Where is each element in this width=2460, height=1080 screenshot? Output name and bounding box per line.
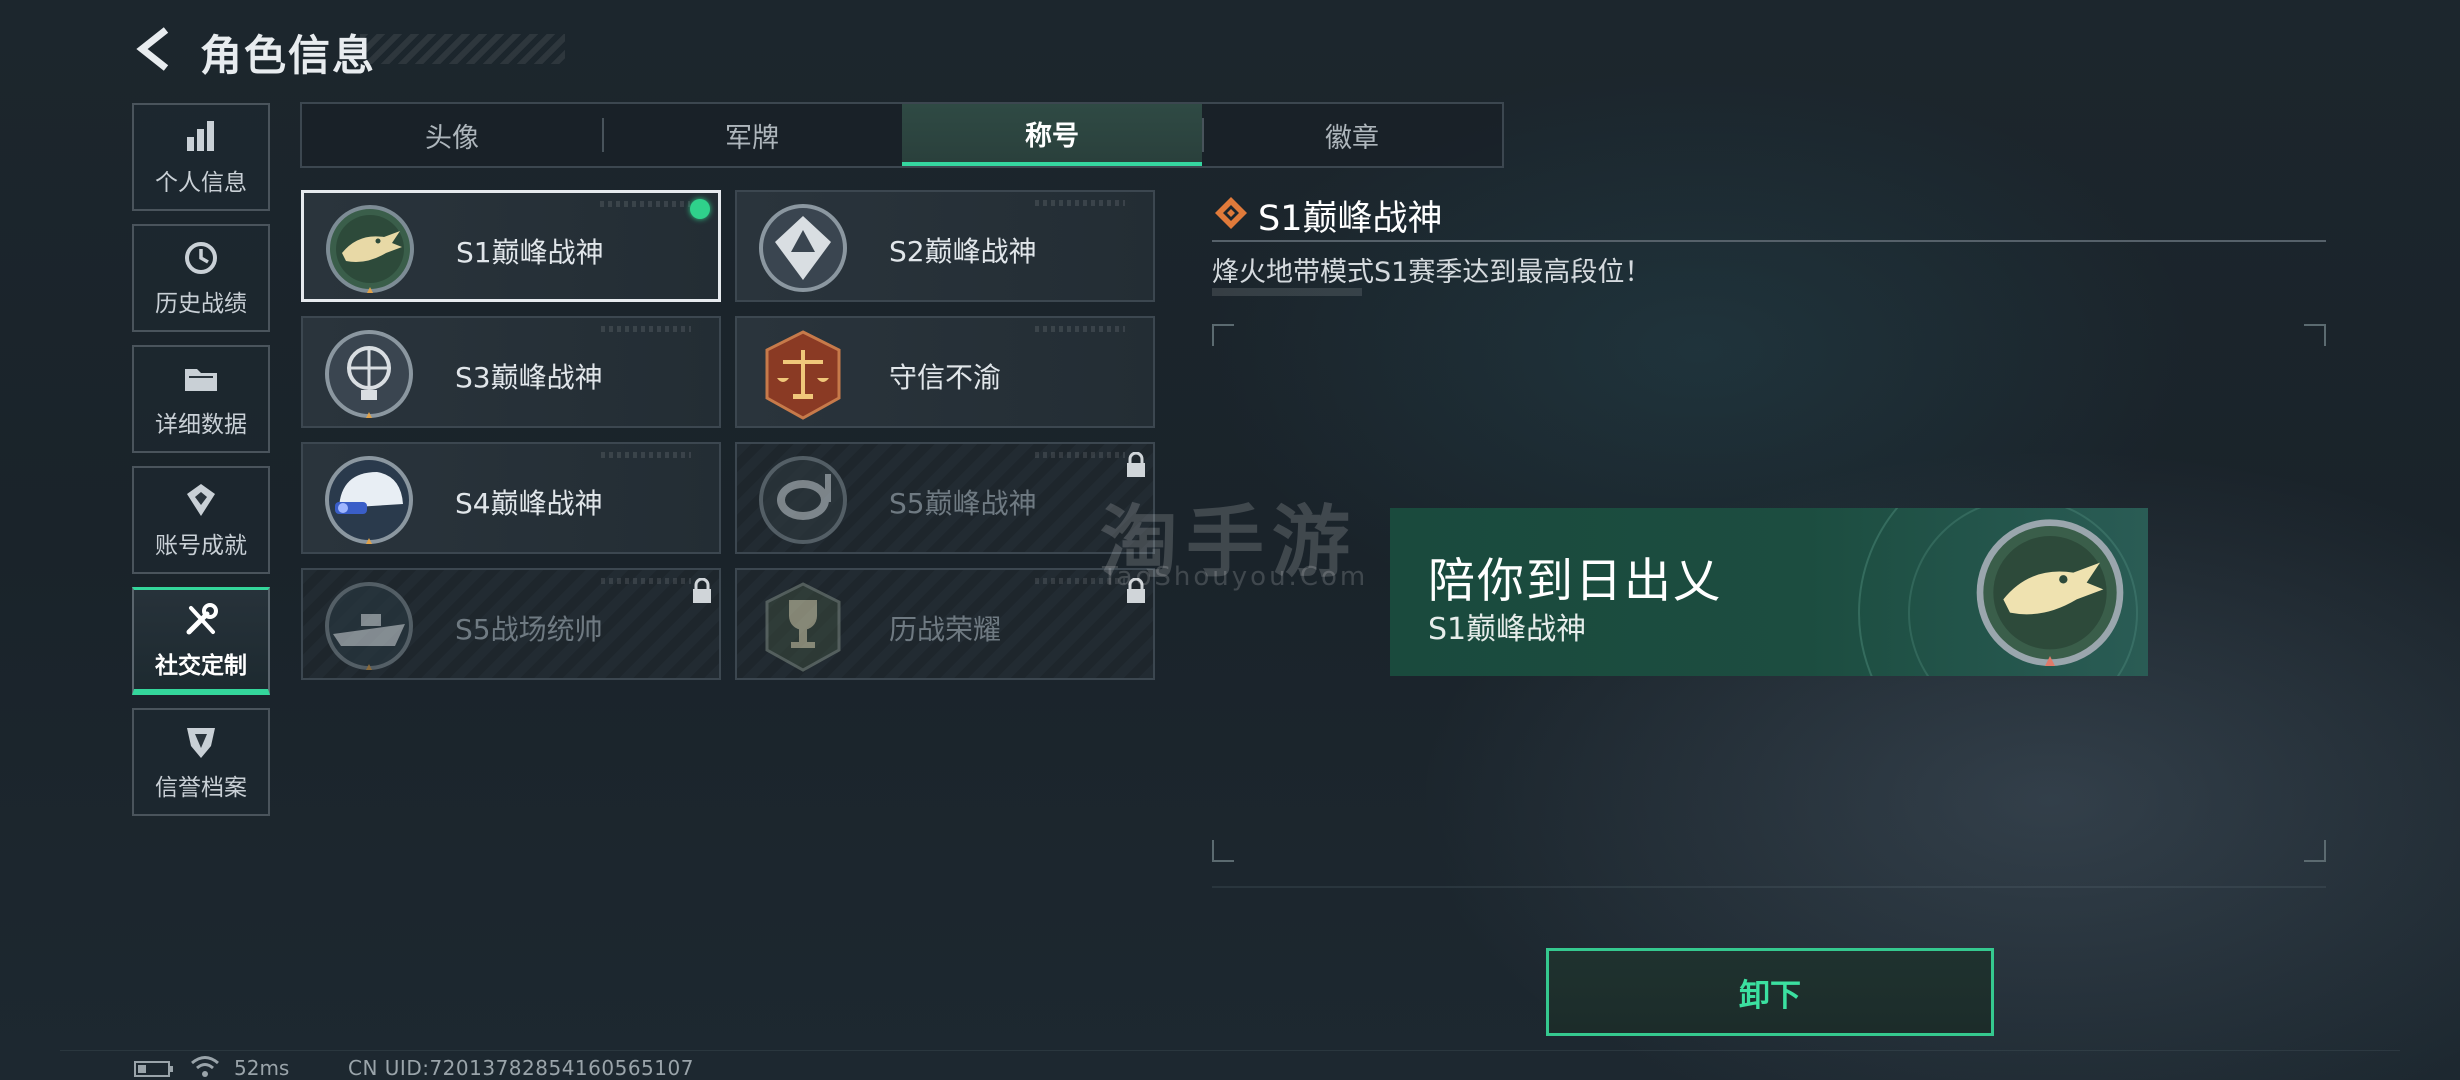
nav-item-credit-record[interactable]: 信誉档案 [132,708,270,816]
lock-icon [1127,452,1145,477]
title-card-s1-peak-warrior[interactable]: S1巅峰战神 [301,190,721,302]
unequip-button[interactable]: 卸下 [1546,948,1994,1036]
battery-icon [134,1061,173,1077]
folder-icon [185,369,217,391]
nav-item-social-custom[interactable]: 社交定制 [132,587,270,695]
shield-icon [187,728,215,758]
title-card-label: S1巅峰战神 [456,236,604,269]
frame-corner [2304,840,2326,862]
nameplate-preview: 陪你到日出乂 S1巅峰战神 [1390,508,2148,676]
nav-item-label: 个人信息 [155,170,247,196]
tab-avatar[interactable]: 头像 [302,104,602,166]
category-tabs: 头像 军牌 称号 徽章 [300,102,1504,168]
player-name: 陪你到日出乂 [1428,554,1722,609]
clock-icon [185,242,217,274]
ping-readout: 52ms [234,1056,290,1080]
boat-emblem-icon [325,582,413,670]
tab-badge[interactable]: 徽章 [1202,104,1502,166]
nav-item-label: 信誉档案 [155,775,247,801]
title-card-label: S5战场统帅 [455,613,603,646]
tab-dog-tag[interactable]: 军牌 [602,104,902,166]
scales-emblem-icon [765,330,841,420]
title-card-s5-peak-warrior[interactable]: S5巅峰战神 [735,442,1155,554]
detail-subtext-decoration [1212,288,1362,296]
nav-item-label: 历史战绩 [155,291,247,317]
nav-item-history[interactable]: 历史战绩 [132,224,270,332]
title-card-label: S4巅峰战神 [455,487,603,520]
bg-grid-line [1212,886,2326,888]
nav-item-achievements[interactable]: 账号成就 [132,466,270,574]
detail-divider [1212,240,2326,242]
lock-icon [693,578,711,603]
card-decoration [600,201,690,207]
watermark-url: TaoShouyou.Com [1102,562,1369,592]
card-decoration [601,578,691,584]
title-card-label: 历战荣耀 [889,613,1002,646]
title-card-label: S3巅峰战神 [455,361,603,394]
title-card-s4-peak-warrior[interactable]: S4巅峰战神 [301,442,721,554]
equipped-indicator [690,199,710,219]
card-decoration [1035,326,1125,332]
nav-item-personal-info[interactable]: 个人信息 [132,103,270,211]
detail-description: 烽火地带模式S1赛季达到最高段位！ [1212,257,1652,288]
bg-grid-line [60,1050,2400,1051]
nav-item-label: 社交定制 [155,652,247,679]
crocodile-emblem-icon [1976,519,2124,666]
frame-corner [1212,840,1234,862]
card-decoration [601,326,691,332]
medal-icon [187,484,215,516]
title-card-integrity[interactable]: 守信不渝 [735,316,1155,428]
title-decoration [360,34,565,64]
pyramid-emblem-icon [759,204,847,292]
title-card-s3-peak-warrior[interactable]: S3巅峰战神 [301,316,721,428]
card-decoration [1035,452,1125,458]
user-uid: CN UID:72013782854160565107 [348,1056,694,1080]
title-card-label: S5巅峰战神 [889,487,1037,520]
page-title: 角色信息 [200,31,377,80]
title-card-battle-glory[interactable]: 历战荣耀 [735,568,1155,680]
nav-item-label: 详细数据 [155,412,247,438]
helmet-emblem-icon [325,456,413,544]
wifi-icon [191,1056,219,1077]
title-card-label: 守信不渝 [889,361,1002,394]
detail-title: S1巅峰战神 [1258,199,1443,239]
title-card-s5-battlefield-commander[interactable]: S5战场统帅 [301,568,721,680]
card-decoration [601,452,691,458]
crocodile-emblem-icon [326,205,414,293]
nav-item-detailed-data[interactable]: 详细数据 [132,345,270,453]
back-arrow-icon[interactable] [130,24,180,74]
player-title: S1巅峰战神 [1428,612,1587,647]
diver-mask-emblem-icon [759,456,847,544]
trophy-emblem-icon [765,582,841,672]
card-decoration [1035,200,1125,206]
title-card-s2-peak-warrior[interactable]: S2巅峰战神 [735,190,1155,302]
nav-item-label: 账号成就 [155,533,247,559]
frame-corner [1212,324,1234,346]
diamond-rank-icon [1215,197,1247,229]
tools-icon [186,602,218,634]
title-card-label: S2巅峰战神 [889,235,1037,268]
frame-corner [2304,324,2326,346]
globe-emblem-icon [325,330,413,418]
tab-title[interactable]: 称号 [902,104,1202,166]
bar-chart-icon [187,121,214,151]
